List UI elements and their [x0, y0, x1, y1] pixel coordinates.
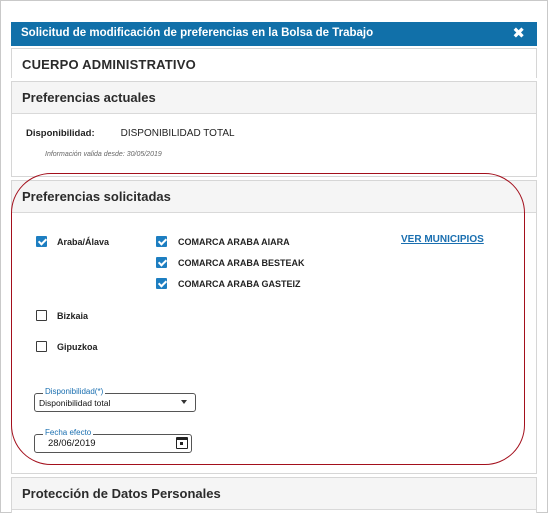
- ver-municipios-link[interactable]: VER MUNICIPIOS: [401, 234, 484, 245]
- preferences-dialog: Solicitud de modificación de preferencia…: [0, 0, 548, 513]
- comarca-gasteiz-label: COMARCA ARABA GASTEIZ: [178, 279, 301, 289]
- province-gipuzkoa-checkbox[interactable]: [36, 341, 47, 352]
- comarca-gasteiz-checkbox[interactable]: [156, 278, 167, 289]
- province-gipuzkoa-label: Gipuzkoa: [57, 342, 98, 352]
- data-protection-panel: Protección de Datos Personales: [11, 477, 537, 513]
- data-protection-header: Protección de Datos Personales: [12, 478, 536, 510]
- current-availability-row: Disponibilidad: DISPONIBILIDAD TOTAL: [26, 128, 235, 139]
- province-bizkaia-label: Bizkaia: [57, 311, 89, 321]
- comarca-besteak-checkbox[interactable]: [156, 257, 167, 268]
- province-araba-label: Araba/Álava: [57, 237, 110, 247]
- cuerpo-panel: CUERPO ADMINISTRATIVO: [11, 48, 537, 81]
- valid-since-note: Información valida desde: 30/05/2019: [45, 151, 162, 158]
- chevron-down-icon: [181, 400, 187, 404]
- effective-date-value: 28/06/2019: [48, 438, 96, 449]
- province-bizkaia-checkbox[interactable]: [36, 310, 47, 321]
- comarca-besteak-label: COMARCA ARABA BESTEAK: [178, 258, 305, 268]
- cuerpo-title: CUERPO ADMINISTRATIVO: [12, 49, 536, 81]
- availability-select-value: Disponibilidad total: [39, 398, 111, 408]
- current-preferences-header: Preferencias actuales: [12, 82, 536, 114]
- effective-date-field[interactable]: Fecha efecto 28/06/2019: [34, 428, 192, 453]
- requested-preferences-panel: Preferencias solicitadas Araba/Álava Biz…: [11, 180, 537, 474]
- current-availability-value: DISPONIBILIDAD TOTAL: [120, 128, 235, 139]
- calendar-icon[interactable]: [176, 437, 188, 449]
- comarca-aiara-checkbox[interactable]: [156, 236, 167, 247]
- current-availability-label: Disponibilidad:: [26, 128, 95, 139]
- current-preferences-panel: Preferencias actuales Disponibilidad: DI…: [11, 81, 537, 177]
- close-icon[interactable]: ✖: [512, 25, 525, 43]
- dialog-titlebar: Solicitud de modificación de preferencia…: [11, 22, 537, 46]
- availability-select-legend: Disponibilidad(*): [43, 387, 106, 396]
- effective-date-legend: Fecha efecto: [43, 428, 94, 437]
- availability-select[interactable]: Disponibilidad(*) Disponibilidad total: [34, 387, 196, 412]
- province-araba-checkbox[interactable]: [36, 236, 47, 247]
- comarca-aiara-label: COMARCA ARABA AIARA: [178, 237, 290, 247]
- dialog-title: Solicitud de modificación de preferencia…: [21, 27, 374, 39]
- requested-preferences-header: Preferencias solicitadas: [12, 181, 536, 213]
